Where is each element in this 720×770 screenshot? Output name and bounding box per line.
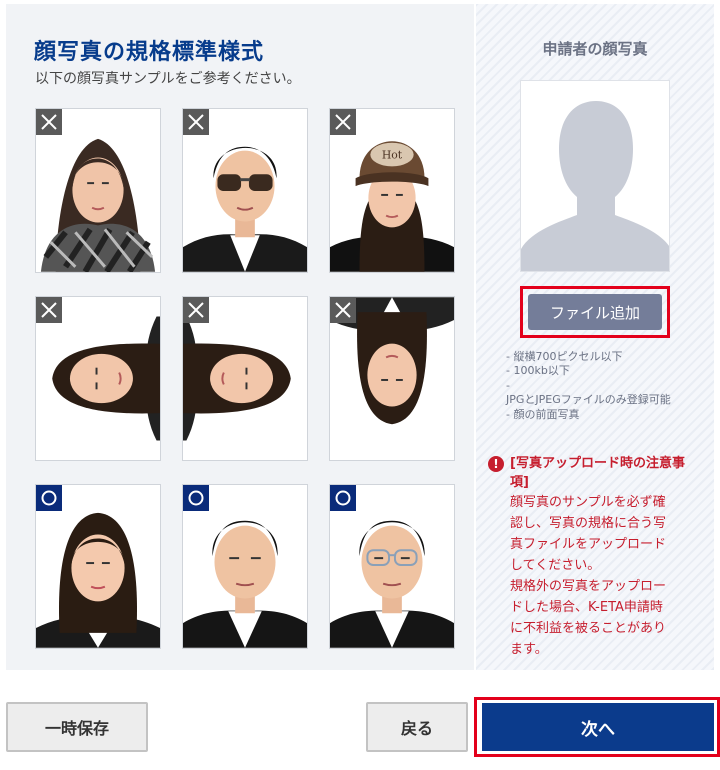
sample-photo-sunglasses xyxy=(182,108,308,273)
requirement-line: - 顔の前面写真 xyxy=(506,407,580,421)
sample-photo-upside-down xyxy=(329,296,455,461)
next-button[interactable]: 次へ xyxy=(482,703,714,751)
temporary-save-button[interactable]: 一時保存 xyxy=(6,702,148,752)
x-mark-icon xyxy=(183,109,209,135)
warning-title: [写真アップロード時の注意事項] xyxy=(510,456,685,490)
photo-requirements: - 縦横700ピクセル以下 - 100kb以下 - JPGとJPEGファイルのみ… xyxy=(506,350,671,422)
x-mark-icon xyxy=(330,297,356,323)
sample-photo-scarf xyxy=(35,108,161,273)
circle-mark-icon xyxy=(330,485,356,511)
rotated-right-woman-figure xyxy=(183,316,291,441)
applicant-photo-panel: 申請者の顔写真 ファイル追加 - 縦横700ピクセル以下 - 100kb以下 -… xyxy=(476,4,714,670)
warning-line: に不利益を被ることがあり xyxy=(510,621,667,636)
warning-line: ドした場合、K-ETA申請時 xyxy=(510,600,663,615)
requirement-line: - 縦横700ピクセル以下 xyxy=(506,350,623,363)
warning-line: 認し、写真の規格に合う写 xyxy=(510,516,667,531)
add-file-highlight: ファイル追加 xyxy=(520,286,670,338)
warning-line: 真ファイルをアップロード xyxy=(510,537,667,552)
sample-photo-valid-woman xyxy=(35,484,161,649)
x-mark-icon xyxy=(36,297,62,323)
sample-photo-valid-man xyxy=(182,484,308,649)
sample-photo-rotated-right xyxy=(182,296,308,461)
svg-text:Hot: Hot xyxy=(382,149,403,162)
applicant-photo-preview xyxy=(520,80,670,272)
requirement-line: - 100kb以下 xyxy=(506,364,570,378)
warning-line: してください。 xyxy=(510,558,601,573)
sample-photos-panel: 顔写真の規格標準様式 以下の顔写真サンプルをご参考ください。 Hot xyxy=(6,4,474,670)
x-mark-icon xyxy=(330,109,356,135)
page-title: 顔写真の規格標準様式 xyxy=(34,40,265,65)
add-file-button[interactable]: ファイル追加 xyxy=(528,294,662,330)
x-mark-icon xyxy=(36,109,62,135)
requirement-line: JPGとJPEGファイルのみ登録可能 xyxy=(506,393,671,407)
warning-heading: ! [写真アップロード時の注意事項] xyxy=(488,454,703,492)
x-mark-icon xyxy=(183,297,209,323)
warning-line: 規格外の写真をアップロー xyxy=(510,579,667,594)
upload-warning: ! [写真アップロード時の注意事項] 顔写真のサンプルを必ず確 認し、写真の規格… xyxy=(488,454,703,660)
sample-photo-valid-glasses xyxy=(329,484,455,649)
exclamation-icon: ! xyxy=(488,456,504,472)
requirement-line: - xyxy=(506,378,510,392)
back-button[interactable]: 戻る xyxy=(366,702,468,752)
circle-mark-icon xyxy=(36,485,62,511)
sample-photo-cap: Hot xyxy=(329,108,455,273)
person-silhouette-icon xyxy=(521,101,669,271)
warning-line: ます。 xyxy=(510,642,548,657)
sample-photo-rotated-left xyxy=(35,296,161,461)
circle-mark-icon xyxy=(183,485,209,511)
photo-upload-page: 顔写真の規格標準様式 以下の顔写真サンプルをご参考ください。 Hot 申請者の顔… xyxy=(0,0,720,770)
warning-body: 顔写真のサンプルを必ず確 認し、写真の規格に合う写 真ファイルをアップロード し… xyxy=(510,492,703,660)
applicant-photo-title: 申請者の顔写真 xyxy=(542,40,648,58)
warning-line: 顔写真のサンプルを必ず確 xyxy=(510,495,666,510)
rotated-left-woman-figure xyxy=(52,316,160,441)
page-subtitle: 以下の顔写真サンプルをご参考ください。 xyxy=(35,71,301,87)
sample-photo-grid: Hot xyxy=(35,108,455,651)
